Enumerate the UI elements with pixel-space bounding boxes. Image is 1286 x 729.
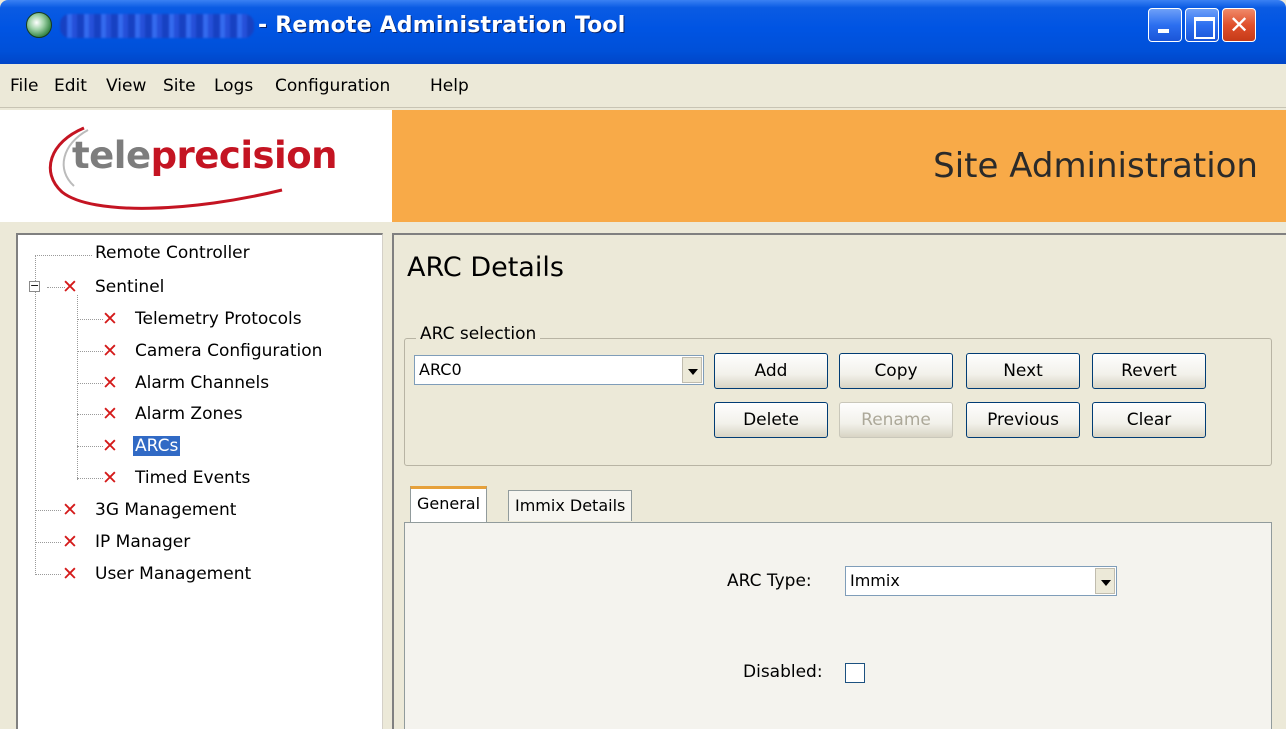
arc-type-label: ARC Type: — [727, 571, 812, 591]
menu-file[interactable]: File — [10, 76, 38, 96]
previous-button[interactable]: Previous — [966, 402, 1080, 438]
tree-item-sentinel[interactable]: Sentinel — [95, 277, 164, 297]
red-x-icon: ✕ — [102, 372, 118, 394]
arc-select-dropdown[interactable]: ARC0 — [414, 355, 704, 385]
tree-item-ip-manager[interactable]: IP Manager — [95, 532, 190, 552]
logo-accent: precision — [150, 134, 338, 177]
red-x-icon: ✕ — [102, 403, 118, 425]
arc-select-value: ARC0 — [419, 360, 462, 379]
disabled-label: Disabled: — [743, 662, 823, 682]
menu-site[interactable]: Site — [163, 76, 196, 96]
maximize-button[interactable] — [1185, 8, 1219, 42]
red-x-icon: ✕ — [62, 531, 78, 553]
tree-line — [77, 319, 103, 320]
chevron-down-icon[interactable] — [682, 357, 702, 383]
copy-button[interactable]: Copy — [839, 353, 953, 389]
tree-item-timed-events[interactable]: Timed Events — [135, 468, 250, 488]
tree-line — [77, 446, 103, 447]
obscured-product-name — [60, 14, 254, 38]
delete-button[interactable]: Delete — [714, 402, 828, 438]
next-button[interactable]: Next — [966, 353, 1080, 389]
tree-line — [35, 510, 61, 511]
logo-prefix: tele — [72, 134, 151, 177]
tree-line — [77, 383, 103, 384]
revert-button[interactable]: Revert — [1092, 353, 1206, 389]
telepresicion-logo: teleprecision — [72, 134, 337, 177]
tree-line — [77, 295, 78, 480]
menu-edit[interactable]: Edit — [54, 76, 87, 96]
minimize-icon — [1149, 9, 1181, 41]
tree-item-camera-configuration[interactable]: Camera Configuration — [135, 341, 322, 361]
rename-button: Rename — [839, 402, 953, 438]
arc-type-dropdown[interactable]: Immix — [845, 566, 1117, 596]
red-x-icon: ✕ — [102, 467, 118, 489]
section-title: Site Administration — [933, 146, 1258, 186]
tree-item-arcs[interactable]: ARCs — [133, 436, 181, 456]
tab-general[interactable]: General — [410, 486, 488, 522]
tree-line — [77, 351, 103, 352]
app-icon[interactable] — [26, 12, 52, 38]
tree-item-user-management[interactable]: User Management — [95, 564, 251, 584]
menu-configuration[interactable]: Configuration — [275, 76, 390, 96]
tree-item-remote-controller[interactable]: Remote Controller — [95, 243, 250, 263]
maximize-icon — [1186, 9, 1218, 41]
tree-item-alarm-zones[interactable]: Alarm Zones — [135, 404, 243, 424]
close-button[interactable]: ✕ — [1222, 8, 1256, 42]
close-icon: ✕ — [1228, 11, 1250, 39]
clear-button[interactable]: Clear — [1092, 402, 1206, 438]
red-x-icon: ✕ — [62, 563, 78, 585]
menu-view[interactable]: View — [106, 76, 146, 96]
red-x-icon: ✕ — [62, 499, 78, 521]
tab-panel — [404, 522, 1272, 729]
tree-line — [35, 255, 36, 575]
tree-line — [77, 414, 103, 415]
tree-line — [35, 542, 61, 543]
tree-item-3g-management[interactable]: 3G Management — [95, 500, 236, 520]
menu-help[interactable]: Help — [430, 76, 469, 96]
minimize-button[interactable] — [1148, 8, 1182, 42]
collapse-icon[interactable]: − — [29, 280, 40, 292]
tree-item-alarm-channels[interactable]: Alarm Channels — [135, 373, 269, 393]
menu-bar: File Edit View Site Logs Configuration H… — [0, 64, 1286, 108]
tab-immix-details[interactable]: Immix Details — [508, 490, 633, 521]
title-bar: - Remote Administration Tool ✕ — [0, 0, 1286, 64]
chevron-down-icon[interactable] — [1095, 568, 1115, 594]
red-x-icon: ✕ — [62, 276, 78, 298]
add-button[interactable]: Add — [714, 353, 828, 389]
page-title: ARC Details — [407, 252, 564, 283]
arc-selection-label: ARC selection — [416, 324, 541, 344]
tree-line — [77, 478, 103, 479]
disabled-checkbox[interactable] — [845, 663, 865, 683]
menu-logs[interactable]: Logs — [214, 76, 253, 96]
tree-item-telemetry-protocols[interactable]: Telemetry Protocols — [135, 309, 302, 329]
tree-line — [35, 255, 92, 256]
window-title: - Remote Administration Tool — [258, 13, 626, 38]
red-x-icon: ✕ — [102, 435, 118, 457]
red-x-icon: ✕ — [102, 308, 118, 330]
tree-line — [35, 574, 61, 575]
arc-type-value: Immix — [850, 571, 900, 590]
red-x-icon: ✕ — [102, 340, 118, 362]
